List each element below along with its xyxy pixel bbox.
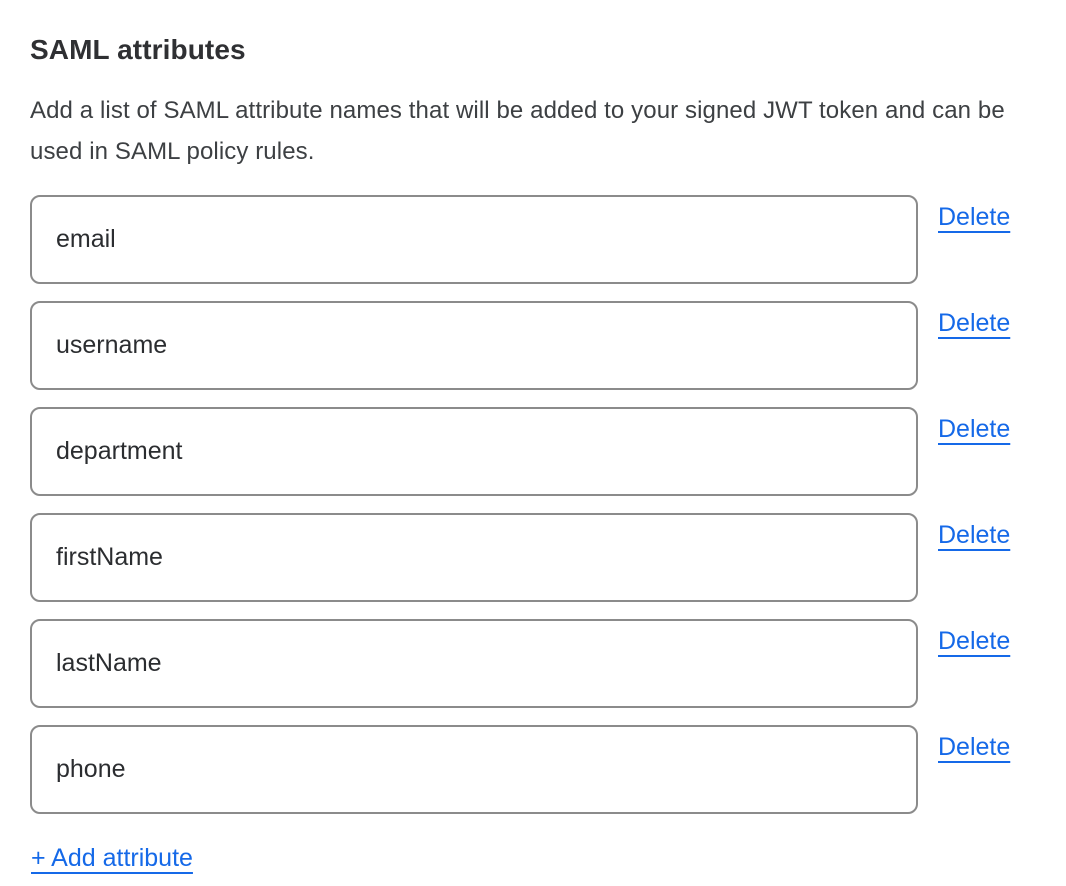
delete-link[interactable]: Delete (938, 309, 1010, 338)
delete-link[interactable]: Delete (938, 627, 1010, 656)
attribute-row: Delete (30, 407, 1036, 496)
attribute-input-username[interactable] (30, 301, 918, 390)
delete-link[interactable]: Delete (938, 203, 1010, 232)
attribute-input-lastname[interactable] (30, 619, 918, 708)
delete-link[interactable]: Delete (938, 521, 1010, 550)
attribute-row: Delete (30, 301, 1036, 390)
attribute-input-department[interactable] (30, 407, 918, 496)
attribute-row: Delete (30, 725, 1036, 814)
section-description: Add a list of SAML attribute names that … (30, 90, 1012, 172)
delete-link[interactable]: Delete (938, 415, 1010, 444)
attribute-row: Delete (30, 195, 1036, 284)
add-attribute-link[interactable]: + Add attribute (31, 844, 193, 873)
page-title: SAML attributes (30, 34, 1036, 66)
attribute-input-phone[interactable] (30, 725, 918, 814)
delete-link[interactable]: Delete (938, 733, 1010, 762)
attribute-row: Delete (30, 619, 1036, 708)
saml-attributes-section: SAML attributes Add a list of SAML attri… (0, 0, 1066, 886)
attribute-input-firstname[interactable] (30, 513, 918, 602)
attribute-row: Delete (30, 513, 1036, 602)
attribute-input-email[interactable] (30, 195, 918, 284)
